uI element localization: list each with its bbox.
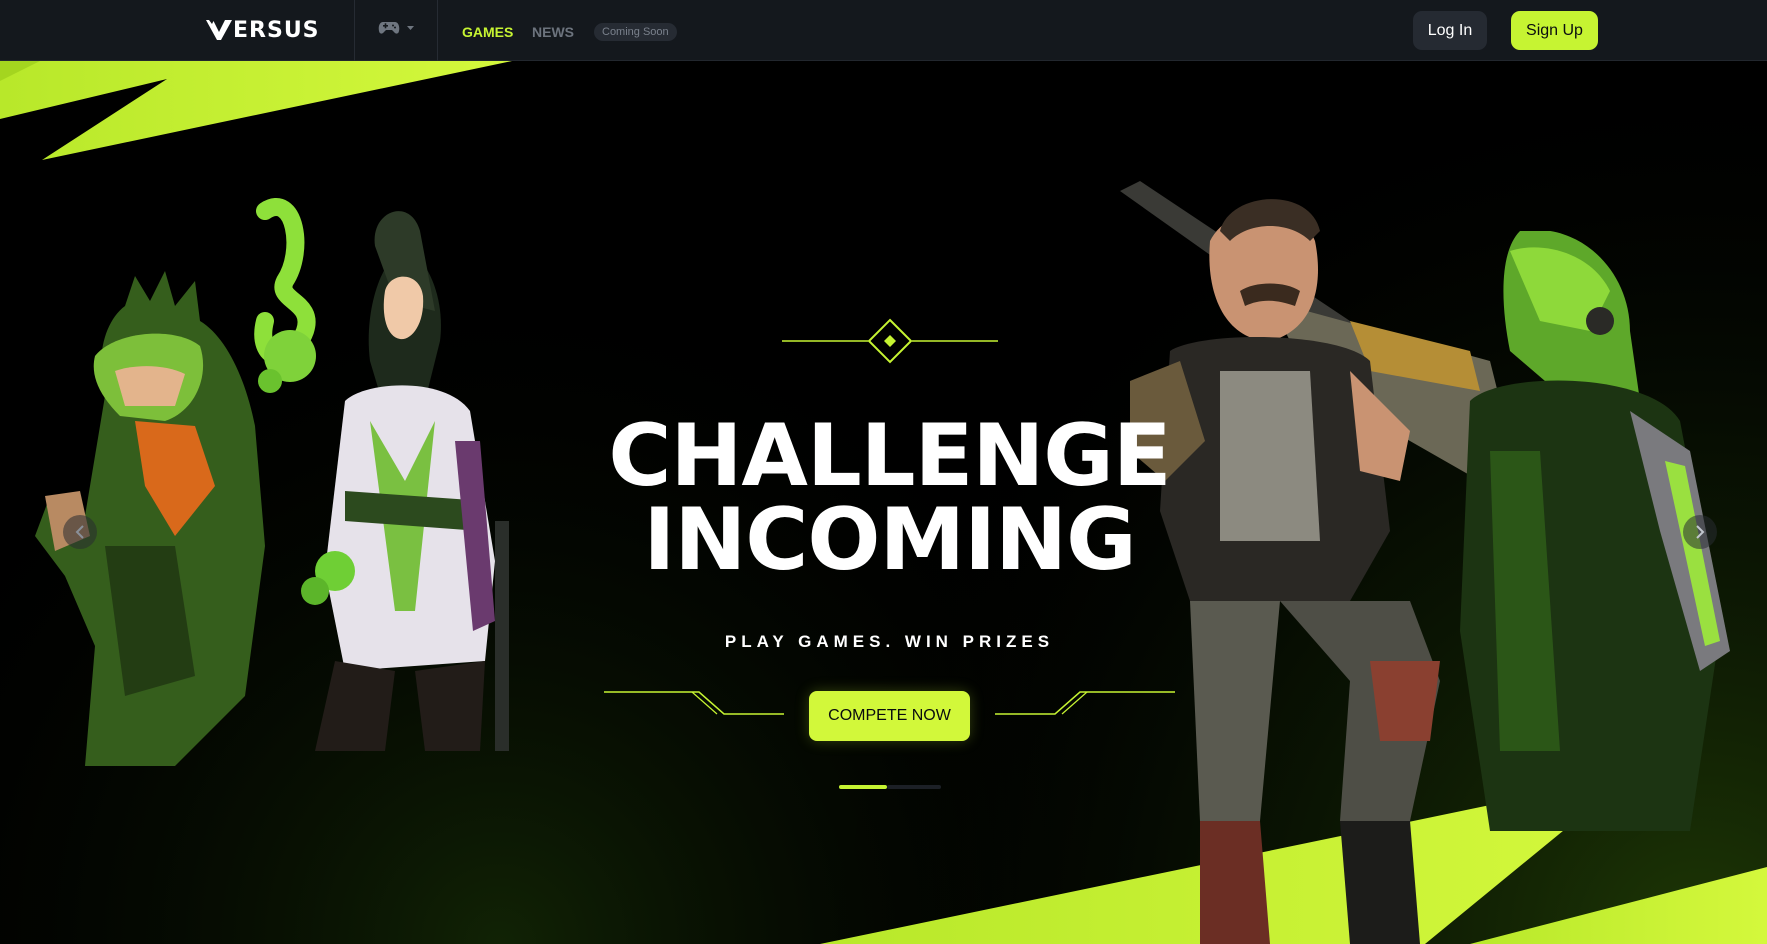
carousel-indicators (839, 785, 941, 789)
top-navbar: ERSUS GAMES NEWS Coming Soon Log In Sign… (0, 0, 1767, 61)
carousel-dot-active[interactable] (839, 785, 887, 789)
versus-v-icon (206, 20, 232, 40)
nav-divider (354, 0, 355, 61)
carousel-prev-button[interactable] (63, 515, 97, 549)
nav-news-link[interactable]: NEWS (532, 24, 574, 40)
gamepad-icon (378, 22, 400, 34)
coming-soon-badge: Coming Soon (594, 23, 677, 41)
hero-title: CHALLENGE INCOMING (0, 406, 1767, 590)
game-switcher[interactable] (378, 21, 414, 35)
diamond-icon (884, 335, 896, 347)
hero-title-line2: INCOMING (643, 490, 1136, 590)
chevron-down-icon (407, 25, 414, 30)
login-button[interactable]: Log In (1413, 11, 1487, 50)
cta-line-left (604, 691, 784, 715)
versus-logo[interactable]: ERSUS (206, 17, 320, 43)
hero-banner: CHALLENGE INCOMING PLAY GAMES. WIN PRIZE… (0, 61, 1767, 944)
diamond-ornament (782, 318, 998, 364)
logo-text: ERSUS (233, 17, 320, 43)
chevron-right-icon (1696, 525, 1705, 539)
compete-now-button[interactable]: COMPETE NOW (809, 691, 970, 741)
nav-games-link[interactable]: GAMES (462, 24, 513, 40)
hero-title-line1: CHALLENGE (608, 406, 1171, 506)
hero-subtitle: PLAY GAMES. WIN PRIZES (724, 632, 1055, 651)
signup-button[interactable]: Sign Up (1511, 11, 1598, 50)
chevron-left-icon (75, 525, 84, 539)
nav-divider (437, 0, 438, 61)
cta-line-right (995, 691, 1175, 715)
carousel-next-button[interactable] (1683, 515, 1717, 549)
carousel-dot[interactable] (887, 785, 941, 789)
